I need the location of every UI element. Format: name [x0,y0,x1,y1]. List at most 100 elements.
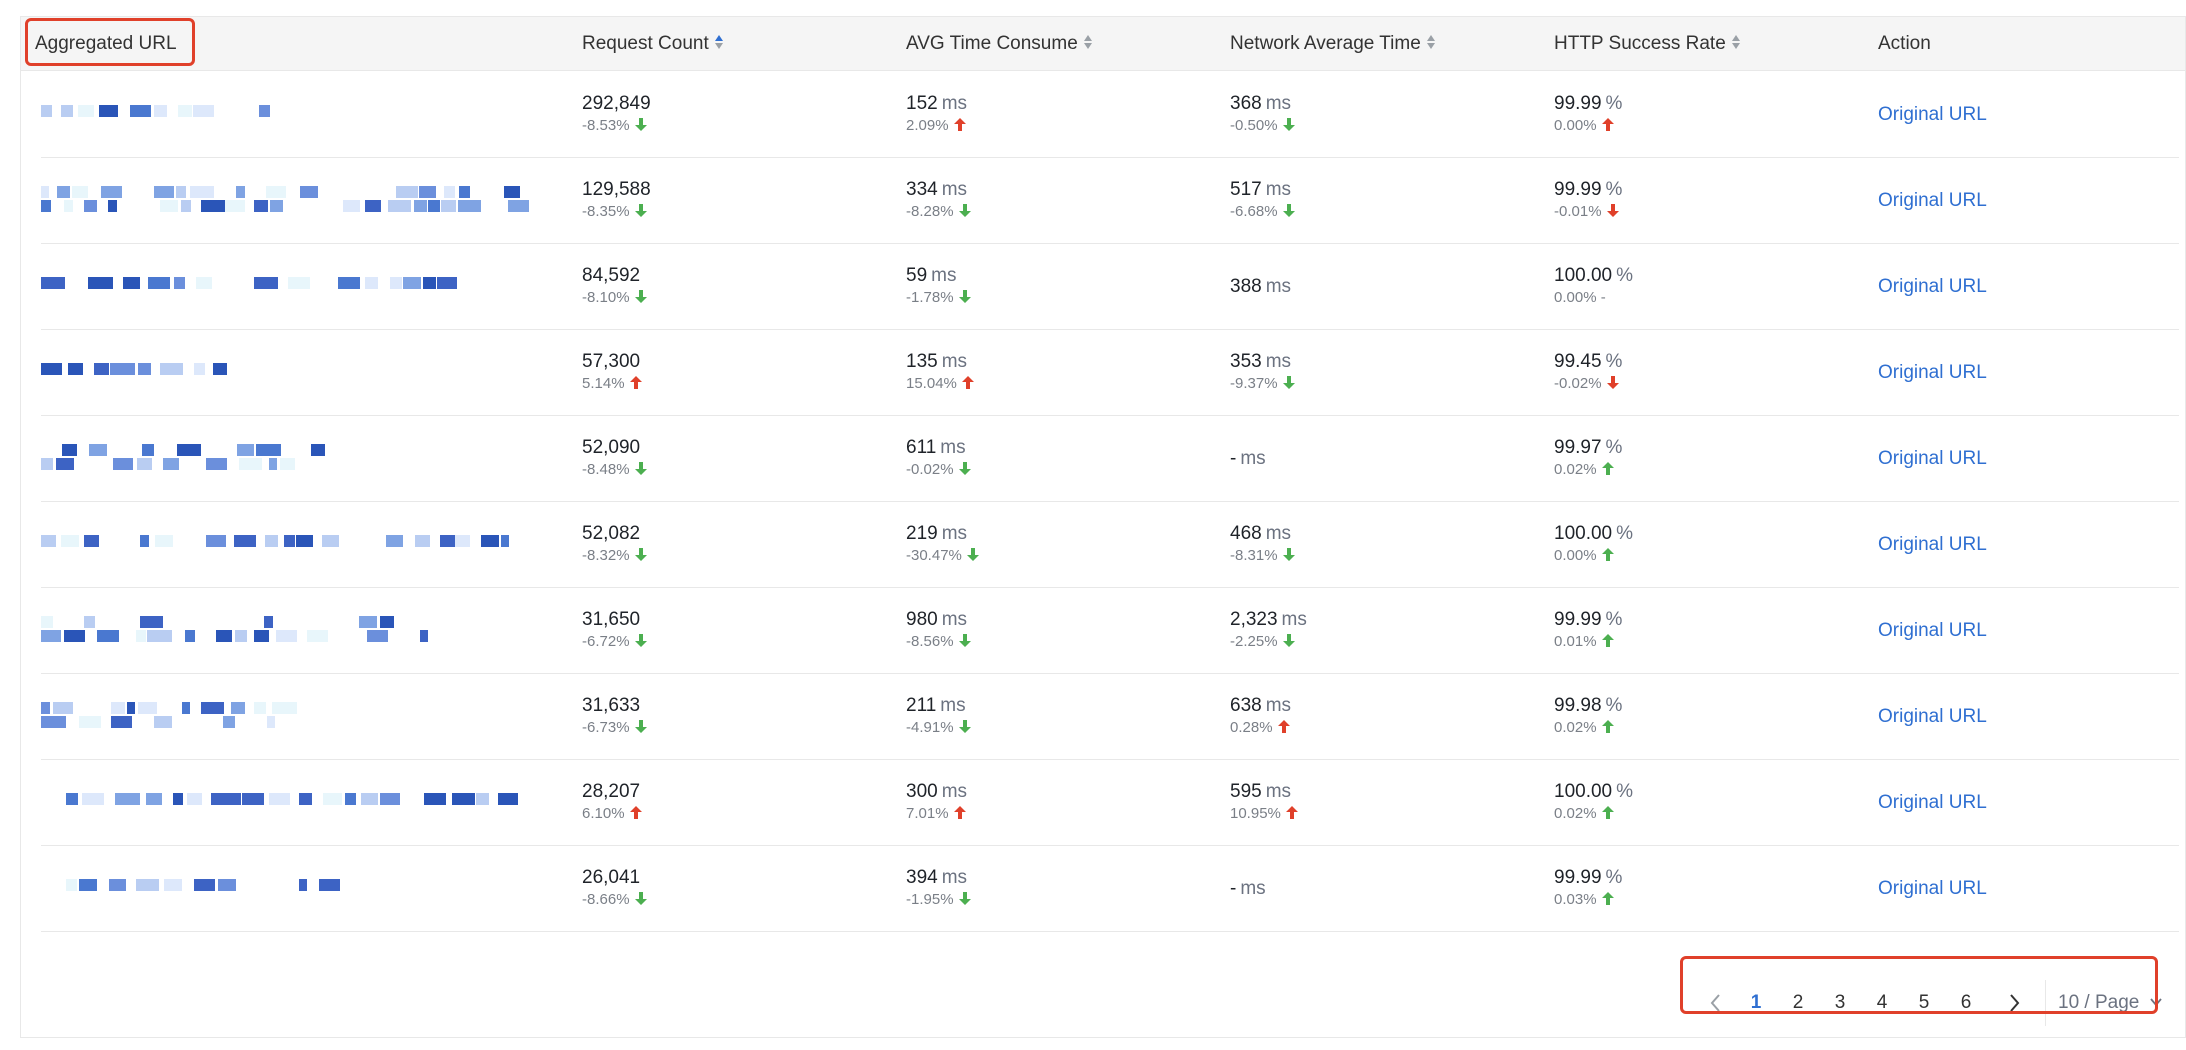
arrow-down-icon [958,290,971,303]
network-average-time: 353 ms -9.37% [1230,330,1530,416]
network-average-time-delta: 0.28% [1230,719,1290,736]
http-success-rate: 100.00% 0.02% [1554,760,1854,846]
col-action: Action [1878,33,1931,54]
arrow-up-icon [961,376,974,389]
avg-time-consume-value: 980 ms [906,609,968,630]
arrow-down-icon [634,290,647,303]
arrow-up-icon [629,376,642,389]
request-count-delta: -8.66% [582,891,647,908]
http-success-rate-delta: -0.01% [1554,203,1619,220]
http-success-rate-value: 99.99% [1554,867,1623,888]
network-average-time: 638 ms 0.28% [1230,674,1530,760]
network-average-time-delta: -0.50% [1230,117,1295,134]
avg-time-consume: 334 ms -8.28% [906,158,1206,244]
network-average-time-value: 468 ms [1230,523,1292,544]
arrow-up-icon [629,806,642,819]
original-url-link[interactable]: Original URL [1878,190,1987,212]
original-url-link[interactable]: Original URL [1878,104,1987,126]
col-avg-time[interactable]: AVG Time Consume [906,17,1093,71]
arrow-down-icon [958,204,971,217]
original-url-link[interactable]: Original URL [1878,706,1987,728]
avg-time-consume-value: 59 ms [906,265,957,286]
network-average-time: 388 ms [1230,244,1530,330]
arrow-up-icon [953,806,966,819]
network-average-time-value: 517 ms [1230,179,1292,200]
network-average-time-delta: -8.31% [1230,547,1295,564]
http-success-rate-delta: 0.02% [1554,719,1614,736]
avg-time-consume-value: 334 ms [906,179,968,200]
table-row: 52,090 -8.48% 611 ms -0.02% - ms 99.97% 0.02% Ori… [41,416,2179,502]
network-average-time-value: 2,323 ms [1230,609,1307,630]
original-url-link[interactable]: Original URL [1878,362,1987,384]
action-cell: Original URL [1878,502,2158,588]
http-success-rate: 99.99% 0.00% [1554,72,1854,158]
sort-icon[interactable] [1731,34,1741,50]
network-average-time: 468 ms -8.31% [1230,502,1530,588]
avg-time-consume-delta: 2.09% [906,117,966,134]
no-change-icon: - [1596,289,1606,306]
request-count-delta: 6.10% [582,805,642,822]
http-success-rate-value: 100.00% [1554,265,1634,286]
arrow-down-icon [634,892,647,905]
network-average-time-value: 388 ms [1230,276,1292,297]
http-success-rate: 99.99% 0.03% [1554,846,1854,932]
original-url-link[interactable]: Original URL [1878,534,1987,556]
avg-time-consume-delta: -4.91% [906,719,971,736]
request-count: 52,090 -8.48% [582,416,882,502]
table-row: 129,588 -8.35% 334 ms -8.28% 517 ms -6.68% 99.99… [41,158,2179,244]
network-average-time-value: 353 ms [1230,351,1292,372]
http-success-rate: 100.00% 0.00% [1554,502,1854,588]
arrow-down-icon [1282,376,1295,389]
http-success-rate-delta: 0.02% [1554,461,1614,478]
request-count-value: 52,082 [582,523,641,544]
table-row: 31,633 -6.73% 211 ms -4.91% 638 ms 0.28% 99.98% 0… [41,674,2179,760]
request-count-value: 84,592 [582,265,641,286]
request-count: 129,588 -8.35% [582,158,882,244]
http-success-rate-delta: 0.00% [1554,117,1614,134]
avg-time-consume: 611 ms -0.02% [906,416,1206,502]
table-row: 57,300 5.14% 135 ms 15.04% 353 ms -9.37% 99.45% -… [41,330,2179,416]
redacted-url-pixels [41,262,521,312]
original-url-link[interactable]: Original URL [1878,276,1987,298]
request-count-delta: -6.72% [582,633,647,650]
request-count: 84,592 -8.10% [582,244,882,330]
request-count-delta: -6.73% [582,719,647,736]
original-url-link[interactable]: Original URL [1878,620,1987,642]
arrow-down-icon [634,118,647,131]
request-count: 57,300 5.14% [582,330,882,416]
request-count-value: 52,090 [582,437,641,458]
arrow-down-icon [634,634,647,647]
original-url-link[interactable]: Original URL [1878,878,1987,900]
action-cell: Original URL [1878,158,2158,244]
arrow-down-icon [966,548,979,561]
highlight-pagination [1680,956,2158,1014]
sort-icon[interactable] [1083,34,1093,50]
request-count-delta: 5.14% [582,375,642,392]
arrow-down-icon [634,204,647,217]
http-success-rate-delta: -0.02% [1554,375,1619,392]
table-row: 292,849 -8.53% 152 ms 2.09% 368 ms -0.50% 99.99%… [41,72,2179,158]
original-url-link[interactable]: Original URL [1878,792,1987,814]
avg-time-consume: 394 ms -1.95% [906,846,1206,932]
arrow-down-icon [1606,204,1619,217]
sort-icon[interactable] [1426,34,1436,50]
redacted-url-pixels [41,864,521,914]
network-average-time: 595 ms 10.95% [1230,760,1530,846]
redacted-url-pixels [41,692,521,742]
aggregated-url-redacted [41,760,561,846]
col-network-avg-time[interactable]: Network Average Time [1230,17,1436,71]
avg-time-consume-value: 300 ms [906,781,968,802]
request-count-delta: -8.53% [582,117,647,134]
network-average-time-value: 595 ms [1230,781,1292,802]
sort-icon[interactable] [714,34,724,50]
original-url-link[interactable]: Original URL [1878,448,1987,470]
col-http-success-rate[interactable]: HTTP Success Rate [1554,17,1741,71]
arrow-up-icon [1601,720,1614,733]
avg-time-consume: 135 ms 15.04% [906,330,1206,416]
col-request-count[interactable]: Request Count [582,17,724,71]
aggregated-url-redacted [41,674,561,760]
http-success-rate-value: 99.99% [1554,93,1623,114]
action-cell: Original URL [1878,674,2158,760]
arrow-up-icon [1277,720,1290,733]
arrow-up-icon [1601,806,1614,819]
